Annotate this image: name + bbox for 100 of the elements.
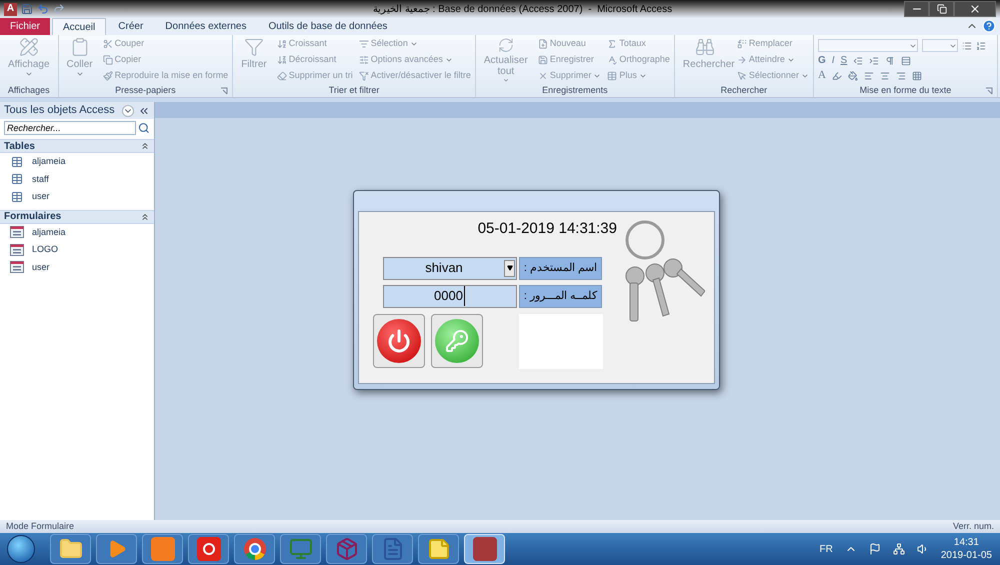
datetime-text: 05-01-2019 14:31:39 [478, 219, 617, 239]
section-header[interactable]: Formulaires [0, 210, 154, 224]
key-icon [445, 328, 469, 352]
pointer-icon [736, 71, 747, 81]
close-icon [969, 3, 981, 15]
sticky-note-icon [426, 537, 450, 561]
sigma-icon [607, 39, 618, 49]
rows-icon[interactable] [901, 56, 912, 66]
sort-descending-icon [276, 55, 287, 65]
app-logo: A [4, 2, 17, 16]
ribbon-tab[interactable]: Données externes [155, 18, 256, 35]
caret-icon [76, 70, 84, 78]
numbered-list-icon[interactable] [976, 40, 986, 50]
search-field[interactable]: Rechercher... [4, 121, 136, 135]
redo-icon[interactable] [53, 3, 65, 15]
database-app-icon [472, 537, 496, 561]
folder-icon [58, 537, 82, 561]
paint-bucket-icon[interactable] [848, 70, 858, 80]
align-right-icon[interactable] [896, 70, 906, 80]
eraser-icon [276, 71, 287, 81]
arrow-right-icon [736, 55, 747, 65]
nav-item[interactable]: aljameia [0, 153, 154, 170]
taskbar-button[interactable] [326, 534, 367, 564]
nav-item[interactable]: aljameia [0, 224, 154, 241]
taskbar-button[interactable] [372, 534, 413, 564]
text-style-button[interactable]: I [832, 54, 835, 67]
browser-icon [242, 537, 266, 561]
taskbar-button[interactable] [234, 534, 275, 564]
close-button[interactable] [954, 1, 996, 17]
filter-list-icon [358, 39, 369, 49]
align-center-icon[interactable] [880, 70, 890, 80]
sort-ascending-icon [276, 39, 287, 49]
pilcrow-icon[interactable] [885, 56, 896, 66]
indent-increase-icon[interactable] [869, 56, 880, 66]
ribbon-tab[interactable]: Outils de base de données [258, 18, 398, 35]
save-icon [538, 55, 548, 65]
file-tab[interactable]: Fichier [0, 18, 50, 35]
help-icon[interactable] [982, 19, 996, 33]
caret-icon [502, 77, 510, 84]
nav-item[interactable]: staff [0, 170, 154, 188]
group-label: Enregistrements [542, 84, 608, 97]
window-title: جمعية الخيرية : Base de données (Access 2007) - Microsoft Access [373, 2, 672, 16]
form-icon [10, 226, 24, 238]
table-icon [10, 190, 24, 203]
dialog-launcher-icon[interactable] [220, 87, 228, 95]
undo-icon[interactable] [37, 3, 49, 15]
text-style-button[interactable]: S [840, 54, 848, 67]
highlighter-icon[interactable] [832, 70, 842, 80]
caret-icon [638, 72, 647, 80]
caret-icon [24, 70, 33, 78]
flag-icon[interactable] [868, 543, 881, 555]
ribbon-tab[interactable]: Créer [108, 18, 154, 35]
dropdown-icon[interactable] [122, 104, 134, 116]
save-icon[interactable] [21, 3, 33, 15]
taskbar-button[interactable] [50, 534, 91, 564]
start-orb[interactable] [7, 535, 35, 563]
indent-decrease-icon[interactable] [853, 56, 864, 66]
taskbar-button[interactable] [188, 534, 229, 564]
power-icon [387, 328, 411, 352]
font-color-button[interactable]: A [818, 69, 826, 82]
username-label: اسم المستخدم : [519, 256, 602, 280]
password-field[interactable]: 0000 [383, 284, 517, 308]
paintbrush-icon [102, 71, 113, 81]
dialog-launcher-icon[interactable] [984, 87, 993, 95]
search-icon[interactable] [138, 122, 150, 134]
group-label: Trier et filtrer [328, 84, 380, 97]
form-icon [10, 261, 24, 274]
text-style-button[interactable]: G [818, 54, 826, 67]
pencil-ruler-icon [18, 37, 39, 57]
delete-icon [538, 71, 548, 81]
collapse-icon [140, 212, 150, 222]
username-combobox[interactable]: shivan [383, 256, 517, 280]
nav-item[interactable]: user [0, 188, 154, 206]
restore-button[interactable] [929, 1, 954, 17]
section-header[interactable]: Tables [0, 139, 154, 153]
ribbon-tab[interactable]: Accueil [52, 18, 106, 35]
caret-icon [410, 40, 418, 48]
language-indicator[interactable]: FR [820, 542, 833, 556]
gridlines-icon[interactable] [912, 70, 922, 80]
binoculars-icon [694, 37, 715, 57]
new-file-icon [538, 39, 548, 49]
clock[interactable]: 14:31 2019-01-05 [940, 536, 992, 562]
table-icon [10, 156, 24, 168]
exit-button[interactable] [373, 314, 425, 368]
volume-icon[interactable] [916, 543, 929, 555]
password-label: كلمــه المـــرور : [519, 284, 602, 308]
nav-item[interactable]: LOGO [0, 241, 154, 258]
nav-item[interactable]: user [0, 258, 154, 276]
group-label: Affichages [8, 84, 50, 97]
taskbar-button[interactable] [418, 534, 459, 564]
scissors-icon [102, 39, 113, 49]
form-icon [10, 244, 24, 256]
group-label: Mise en forme du texte [860, 84, 952, 97]
archive-icon [334, 537, 358, 561]
align-left-icon[interactable] [864, 70, 874, 80]
caret-icon [444, 56, 453, 64]
login-button[interactable] [431, 314, 483, 368]
network-icon[interactable] [892, 543, 905, 555]
status-text: Mode Formulaire [6, 520, 74, 533]
pane-title: Tous les objets Access [4, 103, 116, 118]
